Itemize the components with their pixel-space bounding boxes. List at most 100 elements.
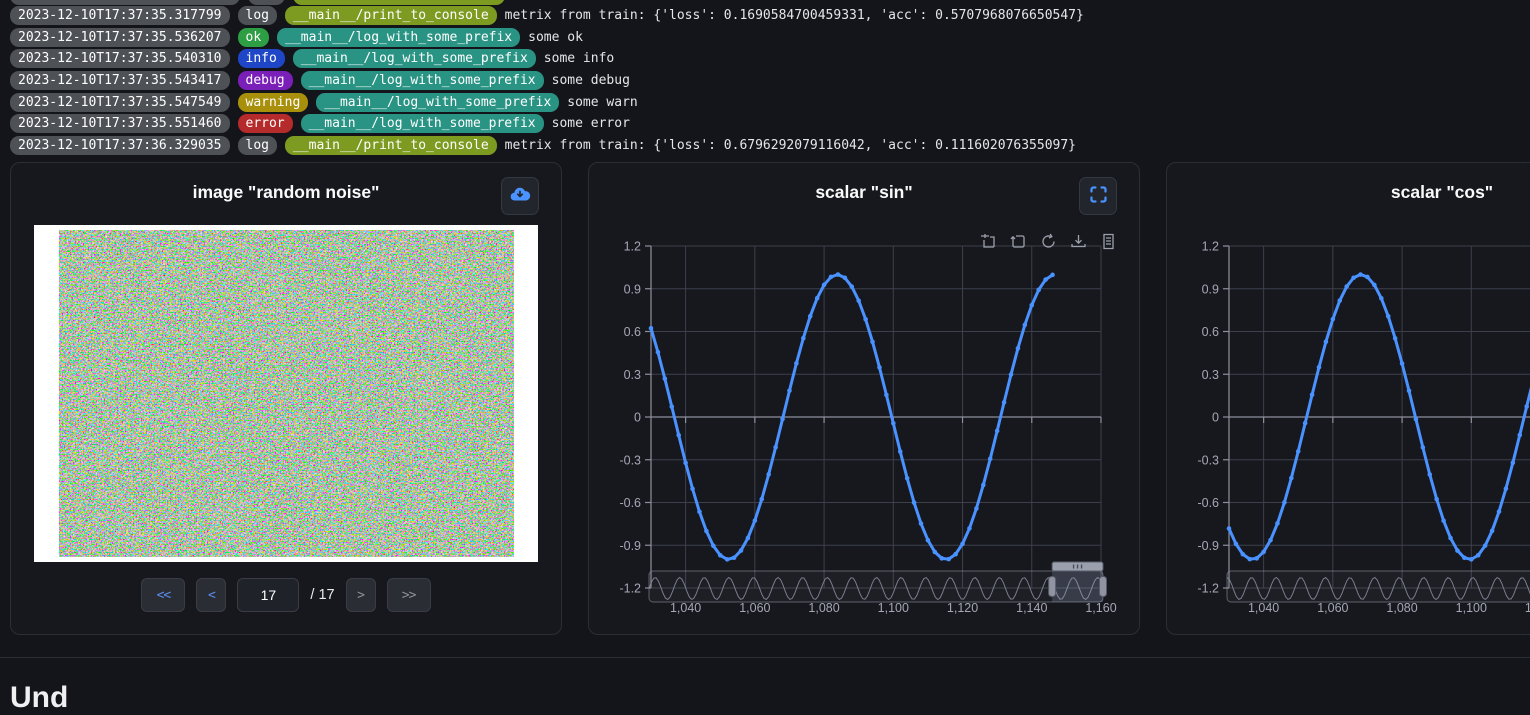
log-message: some error [552, 117, 630, 130]
image-card-header: image "random noise" [11, 163, 561, 221]
log-timestamp-badge: 2023-12-10T17:37:35.536207 [10, 28, 230, 47]
svg-text:-0.3: -0.3 [1197, 453, 1219, 467]
random-noise-image [59, 230, 514, 557]
cards-row: image "random noise" [0, 156, 1530, 635]
svg-text:1.2: 1.2 [1202, 240, 1219, 254]
log-timestamp-badge [10, 0, 240, 5]
svg-text:1,060: 1,060 [1317, 601, 1348, 615]
image-card: image "random noise" [10, 162, 562, 635]
svg-text:1,160: 1,160 [1085, 601, 1116, 615]
last-page-button[interactable]: >> [387, 578, 431, 612]
log-timestamp-badge: 2023-12-10T17:37:35.551460 [10, 114, 230, 133]
svg-text:0.9: 0.9 [1202, 282, 1219, 296]
log-message: some debug [552, 74, 630, 87]
log-row: 2023-12-10T17:37:36.329035 log __main__/pr… [10, 135, 1530, 157]
log-timestamp-badge: 2023-12-10T17:37:35.543417 [10, 71, 230, 90]
svg-text:0.6: 0.6 [624, 325, 641, 339]
log-tag-badge: __main__/print_to_console [285, 136, 497, 155]
cloud-download-icon [509, 184, 531, 209]
log-row: 2023-12-10T17:37:35.547549 warning __main_… [10, 91, 1530, 113]
log-level-badge: ok [238, 28, 270, 47]
log-message: metrix from train: {'loss': 0.6796292079… [505, 139, 1076, 152]
log-message: some warn [567, 96, 637, 109]
svg-text:-0.6: -0.6 [1197, 496, 1219, 510]
chart-toolbox [980, 233, 1117, 250]
svg-text:0.6: 0.6 [1202, 325, 1219, 339]
next-page-button[interactable]: > [346, 578, 376, 612]
cos-chart-area[interactable]: 1.2 0.9 0.6 0.3 0 -0.3 -0.6 -0.9 -1.2 1,040 1,060 1… [1167, 221, 1530, 635]
save-image-icon[interactable] [1070, 233, 1087, 250]
page-total-label: / 17 [310, 587, 334, 603]
prev-page-button[interactable]: < [196, 578, 226, 612]
cos-card-title: scalar "cos" [1391, 182, 1493, 203]
svg-text:-0.9: -0.9 [619, 539, 641, 553]
sin-fullscreen-button[interactable] [1079, 177, 1117, 215]
log-level-badge: error [238, 114, 293, 133]
svg-text:1,040: 1,040 [1248, 601, 1279, 615]
svg-text:1,120: 1,120 [947, 601, 978, 615]
image-download-button[interactable] [501, 177, 539, 215]
restore-icon[interactable] [1040, 233, 1057, 250]
page-input[interactable] [237, 578, 299, 612]
log-timestamp-badge: 2023-12-10T17:37:35.317799 [10, 6, 230, 25]
log-level-badge: debug [238, 71, 293, 90]
slider-handle[interactable] [1049, 577, 1056, 597]
svg-text:-1.2: -1.2 [619, 582, 641, 596]
log-timestamp-badge: 2023-12-10T17:37:35.540310 [10, 49, 230, 68]
svg-text:-0.6: -0.6 [619, 496, 641, 510]
svg-text:1,120: 1,120 [1525, 601, 1530, 615]
svg-text:0.9: 0.9 [624, 282, 641, 296]
zoom-reset-icon[interactable] [1010, 233, 1027, 250]
log-level-badge: warning [238, 93, 309, 112]
log-level-badge: info [238, 49, 285, 68]
log-row: 2023-12-10T17:37:35.536207 ok __main__/log… [10, 27, 1530, 49]
zoom-box-icon[interactable] [980, 233, 997, 250]
svg-text:0.3: 0.3 [624, 368, 641, 382]
first-page-button[interactable]: << [141, 578, 185, 612]
log-tag-badge: __main__/log_with_some_prefix [277, 28, 520, 47]
slider-handle[interactable] [1100, 577, 1107, 597]
log-tag-badge: __main__/log_with_some_prefix [301, 114, 544, 133]
svg-text:0: 0 [634, 411, 641, 425]
log-tag-badge: __main__/log_with_some_prefix [301, 71, 544, 90]
log-tag-badge: __main__/log_with_some_prefix [293, 49, 536, 68]
section-divider [0, 657, 1530, 658]
log-message: some info [544, 52, 614, 65]
svg-text:0.3: 0.3 [1202, 368, 1219, 382]
svg-text:1,100: 1,100 [1456, 601, 1487, 615]
log-row: 2023-12-10T17:37:35.543417 debug __main__/… [10, 70, 1530, 92]
fullscreen-icon [1088, 184, 1109, 208]
svg-text:-0.9: -0.9 [1197, 539, 1219, 553]
svg-text:1,100: 1,100 [878, 601, 909, 615]
log-row: 2023-12-10T17:37:35.317799 log __main__/pr… [10, 5, 1530, 27]
log-timestamp-badge: 2023-12-10T17:37:36.329035 [10, 136, 230, 155]
sin-chart-card: scalar "sin" 1.20.90.60.30-0.3-0.6-0.9-1… [588, 162, 1140, 635]
svg-text:0: 0 [1212, 411, 1219, 425]
sin-chart-area[interactable]: 1.20.90.60.30-0.3-0.6-0.9-1.21,0401,0601… [589, 221, 1139, 635]
svg-text:1.2: 1.2 [624, 240, 641, 254]
image-card-title: image "random noise" [193, 182, 380, 203]
log-console: 2023-12-10T17:37:35.317799 log __main__/pr… [0, 0, 1530, 156]
svg-text:1,060: 1,060 [739, 601, 770, 615]
sin-card-title: scalar "sin" [815, 182, 912, 203]
data-view-icon[interactable] [1100, 233, 1117, 250]
svg-text:1,140: 1,140 [1016, 601, 1047, 615]
log-level-badge: log [238, 6, 277, 25]
svg-text:1,080: 1,080 [808, 601, 839, 615]
svg-text:-1.2: -1.2 [1197, 582, 1219, 596]
log-tag-badge [293, 0, 505, 5]
cos-card-header: scalar "cos" [1167, 163, 1530, 221]
noise-image-frame [34, 225, 538, 562]
log-message: metrix from train: {'loss': 0.1690584700… [505, 9, 1084, 22]
log-tag-badge: __main__/print_to_console [285, 6, 497, 25]
image-pagination: << < / 17 > >> [11, 578, 561, 612]
cos-chart-card: scalar "cos" 1.2 0.9 0.6 0.3 0 -0.3 -0.6 -0.9 -1… [1166, 162, 1530, 635]
bottom-heading: Und [10, 681, 1530, 715]
sin-card-header: scalar "sin" [589, 163, 1139, 221]
log-tag-badge: __main__/log_with_some_prefix [316, 93, 559, 112]
log-level-badge: log [238, 136, 277, 155]
log-timestamp-badge: 2023-12-10T17:37:35.547549 [10, 93, 230, 112]
log-level-badge [248, 0, 285, 5]
svg-text:1,040: 1,040 [670, 601, 701, 615]
log-message: some ok [528, 31, 583, 44]
